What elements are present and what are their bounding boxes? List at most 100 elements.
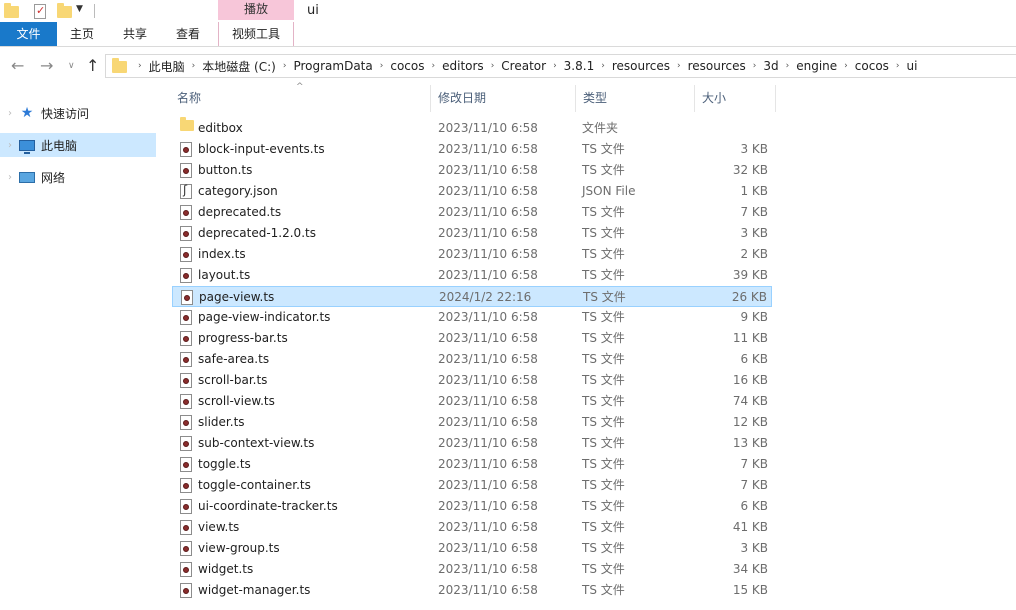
- breadcrumb-item[interactable]: engine: [796, 59, 837, 73]
- file-size: 7 KB: [740, 205, 768, 219]
- breadcrumb-item[interactable]: ui: [907, 59, 918, 73]
- table-row[interactable]: widget-manager.ts 2023/11/10 6:58 TS 文件 15 …: [172, 580, 772, 601]
- breadcrumb-item[interactable]: ProgramData: [293, 59, 372, 73]
- file-type: TS 文件: [582, 457, 625, 471]
- sidebar-item-label: 此电脑: [41, 138, 78, 153]
- chevron-right-icon[interactable]: ›: [2, 108, 18, 119]
- file-type: TS 文件: [582, 205, 625, 219]
- recent-locations-chevron-icon[interactable]: ∨: [68, 61, 75, 71]
- tab-file[interactable]: 文件: [0, 22, 57, 46]
- table-row[interactable]: widget.ts 2023/11/10 6:58 TS 文件 34 KB: [172, 559, 772, 580]
- breadcrumb-item[interactable]: editors: [442, 59, 484, 73]
- file-name: toggle-container.ts: [198, 478, 311, 492]
- file-type: TS 文件: [582, 415, 625, 429]
- sidebar-item-quick-access[interactable]: › ★ 快速访问: [0, 101, 156, 125]
- chevron-right-icon[interactable]: ›: [753, 61, 757, 71]
- ts-file-icon: [180, 457, 192, 472]
- tab-home[interactable]: 主页: [62, 22, 102, 46]
- table-row[interactable]: safe-area.ts 2023/11/10 6:58 TS 文件 6 KB: [172, 349, 772, 370]
- file-modified-date: 2023/11/10 6:58: [438, 373, 538, 387]
- table-row[interactable]: toggle-container.ts 2023/11/10 6:58 TS 文件 7…: [172, 475, 772, 496]
- file-type: TS 文件: [582, 583, 625, 597]
- table-row[interactable]: scroll-view.ts 2023/11/10 6:58 TS 文件 74 KB: [172, 391, 772, 412]
- breadcrumb-item[interactable]: 本地磁盘 (C:): [202, 58, 276, 75]
- table-row[interactable]: toggle.ts 2023/11/10 6:58 TS 文件 7 KB: [172, 454, 772, 475]
- table-row[interactable]: ui-coordinate-tracker.ts 2023/11/10 6:58 T…: [172, 496, 772, 517]
- column-header-type[interactable]: 类型: [576, 85, 694, 112]
- table-row-selected[interactable]: page-view.ts 2024/1/2 22:16 TS 文件 26 KB: [172, 286, 772, 307]
- chevron-right-icon[interactable]: ›: [380, 61, 384, 71]
- chevron-right-icon[interactable]: ›: [432, 61, 436, 71]
- back-arrow-icon[interactable]: ←: [11, 56, 24, 75]
- table-row[interactable]: index.ts 2023/11/10 6:58 TS 文件 2 KB: [172, 244, 772, 265]
- file-size: 7 KB: [740, 457, 768, 471]
- forward-arrow-icon[interactable]: →: [40, 56, 53, 75]
- new-folder-icon[interactable]: [57, 3, 72, 18]
- tab-share[interactable]: 共享: [115, 22, 155, 46]
- file-size: 11 KB: [732, 331, 768, 345]
- chevron-right-icon[interactable]: ›: [138, 61, 142, 71]
- tab-view[interactable]: 查看: [168, 22, 208, 46]
- breadcrumb-item[interactable]: 3.8.1: [564, 59, 595, 73]
- table-row[interactable]: view.ts 2023/11/10 6:58 TS 文件 41 KB: [172, 517, 772, 538]
- file-size: 34 KB: [732, 562, 768, 576]
- customize-toolbar-icon[interactable]: ▼: [76, 4, 83, 14]
- file-name: layout.ts: [198, 268, 251, 282]
- file-name: page-view-indicator.ts: [198, 310, 331, 324]
- breadcrumb-item[interactable]: 3d: [763, 59, 778, 73]
- file-type: JSON File: [582, 184, 636, 198]
- breadcrumb-item[interactable]: Creator: [501, 59, 546, 73]
- chevron-right-icon[interactable]: ›: [844, 61, 848, 71]
- context-tab-header[interactable]: 播放: [218, 0, 294, 20]
- chevron-right-icon[interactable]: ›: [896, 61, 900, 71]
- table-row[interactable]: scroll-bar.ts 2023/11/10 6:58 TS 文件 16 KB: [172, 370, 772, 391]
- table-row[interactable]: layout.ts 2023/11/10 6:58 TS 文件 39 KB: [172, 265, 772, 286]
- ts-file-icon: [180, 373, 192, 388]
- chevron-right-icon[interactable]: ›: [2, 172, 18, 183]
- table-row[interactable]: category.json 2023/11/10 6:58 JSON File 1 K…: [172, 181, 772, 202]
- table-row[interactable]: view-group.ts 2023/11/10 6:58 TS 文件 3 KB: [172, 538, 772, 559]
- properties-icon[interactable]: [34, 4, 46, 19]
- column-header-name[interactable]: 名称: [170, 85, 430, 112]
- chevron-right-icon[interactable]: ›: [677, 61, 681, 71]
- breadcrumb-item[interactable]: 此电脑: [149, 58, 185, 75]
- table-row[interactable]: block-input-events.ts 2023/11/10 6:58 TS 文…: [172, 139, 772, 160]
- column-header-size[interactable]: 大小: [695, 85, 775, 112]
- column-divider[interactable]: [775, 85, 776, 112]
- file-type: TS 文件: [582, 520, 625, 534]
- sidebar-item-network[interactable]: › 网络: [0, 165, 156, 189]
- chevron-right-icon[interactable]: ›: [491, 61, 495, 71]
- breadcrumb-item[interactable]: cocos: [855, 59, 889, 73]
- table-row[interactable]: progress-bar.ts 2023/11/10 6:58 TS 文件 11 KB: [172, 328, 772, 349]
- sidebar-item-this-pc[interactable]: › 此电脑: [0, 133, 156, 157]
- file-size: 9 KB: [740, 310, 768, 324]
- breadcrumb-item[interactable]: resources: [612, 59, 670, 73]
- file-name: category.json: [198, 184, 278, 198]
- up-arrow-icon[interactable]: ↑: [86, 56, 99, 75]
- file-type: TS 文件: [582, 310, 625, 324]
- chevron-right-icon[interactable]: ›: [283, 61, 287, 71]
- chevron-right-icon[interactable]: ›: [601, 61, 605, 71]
- table-row[interactable]: page-view-indicator.ts 2023/11/10 6:58 TS …: [172, 307, 772, 328]
- tab-video-tools[interactable]: 视频工具: [218, 22, 294, 46]
- column-header-date[interactable]: 修改日期: [431, 85, 575, 112]
- chevron-right-icon[interactable]: ›: [786, 61, 790, 71]
- chevron-right-icon[interactable]: ›: [192, 61, 196, 71]
- file-modified-date: 2023/11/10 6:58: [438, 226, 538, 240]
- file-name: safe-area.ts: [198, 352, 270, 366]
- file-modified-date: 2023/11/10 6:58: [438, 562, 538, 576]
- table-row[interactable]: deprecated-1.2.0.ts 2023/11/10 6:58 TS 文件 3…: [172, 223, 772, 244]
- file-type: TS 文件: [582, 478, 625, 492]
- table-row[interactable]: sub-context-view.ts 2023/11/10 6:58 TS 文件 1…: [172, 433, 772, 454]
- table-row[interactable]: button.ts 2023/11/10 6:58 TS 文件 32 KB: [172, 160, 772, 181]
- table-row[interactable]: slider.ts 2023/11/10 6:58 TS 文件 12 KB: [172, 412, 772, 433]
- table-row[interactable]: editbox 2023/11/10 6:58 文件夹: [172, 117, 772, 139]
- folder-icon[interactable]: [4, 3, 19, 18]
- folder-icon: [180, 117, 194, 131]
- table-row[interactable]: deprecated.ts 2023/11/10 6:58 TS 文件 7 KB: [172, 202, 772, 223]
- chevron-right-icon[interactable]: ›: [2, 140, 18, 151]
- chevron-right-icon[interactable]: ›: [553, 61, 557, 71]
- address-bar[interactable]: › 此电脑 › 本地磁盘 (C:) › ProgramData › cocos …: [105, 54, 1016, 78]
- breadcrumb-item[interactable]: resources: [688, 59, 746, 73]
- breadcrumb-item[interactable]: cocos: [390, 59, 424, 73]
